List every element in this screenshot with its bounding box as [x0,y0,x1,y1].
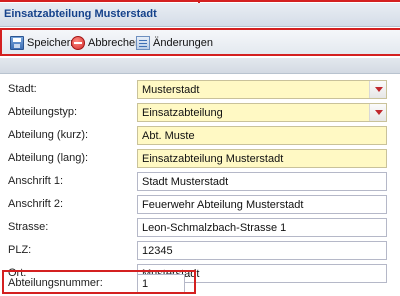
form-row-anschrift1: Anschrift 1: Stadt Musterstadt [0,171,400,193]
anschrift2-label: Anschrift 2: [8,198,64,210]
abteilung-lang-input[interactable]: Einsatzabteilung Musterstadt [137,149,387,168]
abteilung-kurz-label: Abteilung (kurz): [8,129,89,141]
stadt-combobox[interactable]: Musterstadt [137,80,387,99]
form-row-abteilung-lang: Abteilung (lang): Einsatzabteilung Muste… [0,148,400,170]
window-title: Einsatzabteilung Musterstadt [4,8,157,20]
changes-icon [136,36,150,50]
changes-button-label: Änderungen [153,37,213,49]
cancel-icon [71,36,85,50]
anschrift1-input[interactable]: Stadt Musterstadt [137,172,387,191]
anschrift1-label: Anschrift 1: [8,175,64,187]
form-row-anschrift2: Anschrift 2: Feuerwehr Abteilung Musters… [0,194,400,216]
form-row-plz: PLZ: 12345 [0,240,400,262]
save-icon [10,36,24,50]
save-button-label: Speichern [27,37,77,49]
anschrift2-input[interactable]: Feuerwehr Abteilung Musterstadt [137,195,387,214]
stadt-label: Stadt: [8,83,37,95]
strasse-input[interactable]: Leon-Schmalzbach-Strasse 1 [137,218,387,237]
toolbar: Speichern Abbrechen Änderungen [0,28,400,56]
abteilung-lang-label: Abteilung (lang): [8,152,89,164]
abteilungstyp-label: Abteilungstyp: [8,106,78,118]
plz-label: PLZ: [8,244,32,256]
chevron-down-icon[interactable] [369,104,386,121]
cancel-button-label: Abbrechen [88,37,142,49]
stadt-value: Musterstadt [142,84,200,96]
save-button[interactable]: Speichern [10,35,77,51]
department-form: Stadt: Musterstadt Abteilungstyp: Einsat… [0,75,400,296]
form-row-strasse: Strasse: Leon-Schmalzbach-Strasse 1 [0,217,400,239]
form-header-bar [0,58,400,74]
form-row-abteilung-kurz: Abteilung (kurz): Abt. Muste [0,125,400,147]
form-row-abteilungstyp: Abteilungstyp: Einsatzabteilung [0,102,400,124]
strasse-label: Strasse: [8,221,49,233]
form-row-stadt: Stadt: Musterstadt [0,79,400,101]
abteilungsnummer-highlight [2,270,196,294]
window-title-bar: Einsatzabteilung Musterstadt [0,3,400,27]
top-highlight-line [0,0,400,8]
plz-input[interactable]: 12345 [137,241,387,260]
abteilungstyp-combobox[interactable]: Einsatzabteilung [137,103,387,122]
abteilung-kurz-input[interactable]: Abt. Muste [137,126,387,145]
changes-button[interactable]: Änderungen [136,35,213,51]
cancel-button[interactable]: Abbrechen [71,35,141,51]
chevron-down-icon[interactable] [369,81,386,98]
abteilungstyp-value: Einsatzabteilung [142,107,223,119]
